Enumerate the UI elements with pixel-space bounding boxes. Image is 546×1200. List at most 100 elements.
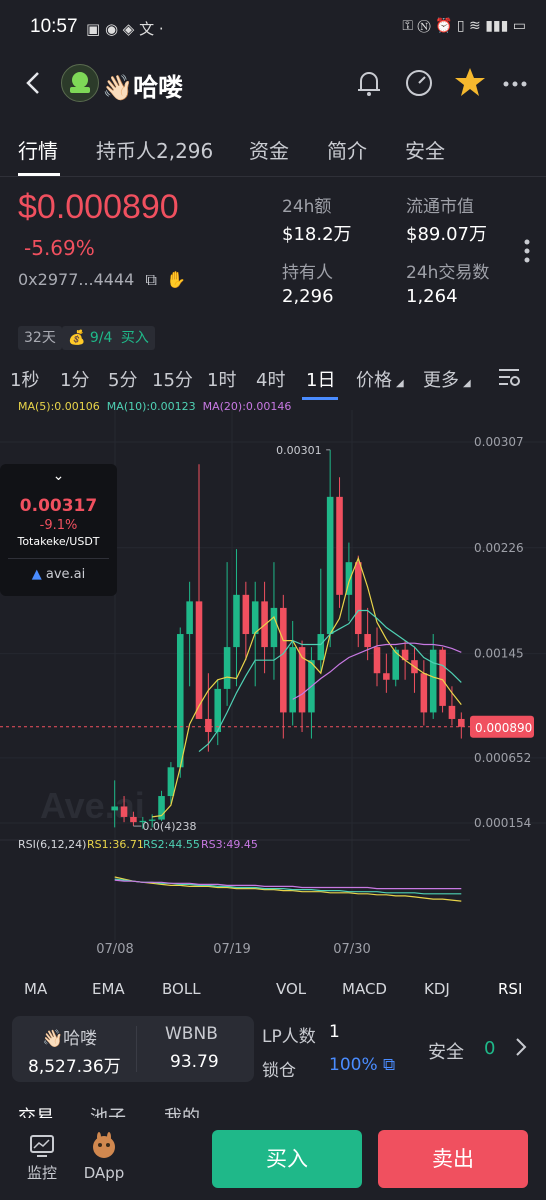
lock-link[interactable]: 100% ⧉ (329, 1055, 395, 1075)
more-intervals[interactable]: 更多 ◢ (423, 366, 471, 392)
indicator-boll[interactable]: BOLL (162, 980, 201, 998)
interval-1h[interactable]: 1时 (207, 366, 236, 392)
candle-body (233, 594, 240, 648)
indicator-ma[interactable]: MA (24, 980, 47, 998)
tab-holders[interactable]: 持币人2,296 (96, 135, 213, 164)
stats-more-button[interactable] (520, 238, 534, 264)
pool-card: 👋🏻哈喽 8,527.36万 WBNB 93.79 (12, 1016, 254, 1082)
interval-4h[interactable]: 4时 (256, 366, 285, 392)
main-tabs: 行情 持币人2,296 资金 简介 安全 (0, 125, 546, 176)
indicator-ema[interactable]: EMA (92, 980, 125, 998)
candle-body (373, 647, 381, 674)
sell-button[interactable]: 卖出 (378, 1130, 528, 1188)
x-axis-label: 07/30 (333, 942, 370, 957)
popup-brand-text: ave.ai (45, 567, 86, 582)
candle-body (111, 806, 118, 811)
mcap-value: $89.07万 (406, 224, 487, 245)
copy-icon[interactable]: ⧉ (145, 270, 156, 289)
candle-body (458, 718, 465, 727)
gauge-icon (406, 70, 432, 96)
chart-settings-button[interactable] (496, 364, 522, 395)
vol24-label: 24h额 (282, 197, 332, 217)
interval-1d[interactable]: 1日 (306, 366, 335, 392)
price-toggle[interactable]: 价格 ◢ (356, 366, 404, 392)
current-price: $0.000890 (18, 188, 179, 226)
high-marker-label: 0.00301 (276, 444, 322, 457)
dapp-button[interactable]: DApp (82, 1132, 126, 1182)
rsi1-legend: RS1:36.71 (87, 838, 144, 851)
candle-body (251, 601, 259, 635)
buy-ratio: 9/4 (89, 330, 113, 346)
moneybag-icon: 💰 (68, 330, 86, 346)
interval-1s[interactable]: 1秒 (10, 366, 39, 392)
monitor-button[interactable]: 监控 (22, 1134, 62, 1183)
tab-security[interactable]: 安全 (405, 135, 445, 164)
tab-market[interactable]: 行情 (18, 135, 58, 164)
buy-ratio-label: 买入 (120, 330, 149, 346)
lock-pct: 100% (329, 1055, 378, 1075)
ticker-popup[interactable]: ⌄ 0.00317 -9.1% Totakeke/USDT ▲ ave.ai (0, 464, 117, 596)
safety-details-button[interactable] (512, 1034, 530, 1060)
interval-bar: 1秒 1分 5分 15分 1时 4时 1日 价格 ◢ 更多 ◢ (0, 360, 546, 400)
indicator-macd[interactable]: MACD (342, 980, 387, 998)
price-toggle-label: 价格 (356, 370, 392, 391)
tab-intro[interactable]: 简介 (327, 135, 367, 164)
x-axis-label: 07/08 (96, 942, 133, 957)
indicator-kdj[interactable]: KDJ (424, 980, 450, 998)
candle-body (280, 607, 287, 713)
current-price-tag-text: 0.000890 (475, 721, 532, 735)
candle-body (429, 649, 437, 713)
candle-body (439, 649, 446, 706)
low-marker-label: 0.0(4)238 (142, 820, 196, 833)
candle-body (130, 816, 137, 823)
safety-count: 0 (484, 1038, 496, 1059)
candle-body (167, 767, 175, 797)
header: 👋🏻哈喽 (0, 56, 546, 110)
pool-token-label: 👋🏻哈喽 (42, 1029, 98, 1049)
interval-15m[interactable]: 15分 (152, 366, 193, 392)
chevron-down-icon[interactable]: ⌄ (0, 468, 117, 484)
hand-icon: ✋ (165, 270, 186, 289)
candle-body (223, 647, 231, 689)
buy-button[interactable]: 买入 (212, 1130, 362, 1188)
indicator-rsi[interactable]: RSI (498, 980, 522, 998)
pool-token-amount: 8,527.36万 (28, 1057, 121, 1077)
candle-body (242, 594, 250, 635)
candle-body (354, 562, 362, 635)
popup-pair: Totakeke/USDT (17, 535, 100, 548)
alert-button[interactable] (352, 66, 386, 100)
candle-body (383, 673, 390, 680)
interval-5m[interactable]: 5分 (108, 366, 137, 392)
token-logo-icon (70, 72, 90, 93)
candle-body (448, 705, 456, 719)
candle-body (317, 634, 325, 661)
more-button[interactable] (500, 70, 530, 98)
interval-1m[interactable]: 1分 (60, 366, 89, 392)
holders-value: 2,296 (282, 286, 334, 307)
candle-body (270, 607, 278, 648)
age-chip: 32天 (18, 326, 62, 350)
monitor-icon (30, 1135, 54, 1157)
candle-body (326, 496, 334, 635)
external-link-icon: ⧉ (383, 1055, 396, 1075)
watermark: Ave.ai (40, 785, 145, 826)
candle-body (364, 634, 371, 648)
y-axis-label: 0.00307 (474, 435, 524, 449)
chevron-right-icon (516, 1038, 527, 1056)
popup-brand: ▲ ave.ai (0, 567, 117, 582)
x-axis-label: 07/19 (213, 942, 250, 957)
y-axis-label: 0.00145 (474, 647, 524, 661)
tab-funds[interactable]: 资金 (249, 135, 289, 164)
indicator-vol[interactable]: VOL (276, 980, 306, 998)
favorite-button[interactable] (452, 64, 488, 100)
lp-label: LP人数 (262, 1027, 316, 1047)
back-button[interactable] (18, 67, 48, 99)
status-time: 10:57 (30, 16, 78, 37)
gauge-button[interactable] (402, 66, 436, 100)
y-axis-label: 0.000154 (474, 816, 531, 830)
candle-body (120, 806, 128, 817)
token-logo (61, 64, 99, 102)
active-interval-indicator (302, 397, 338, 400)
bell-icon (358, 72, 380, 96)
settings-sliders-icon (499, 369, 520, 386)
